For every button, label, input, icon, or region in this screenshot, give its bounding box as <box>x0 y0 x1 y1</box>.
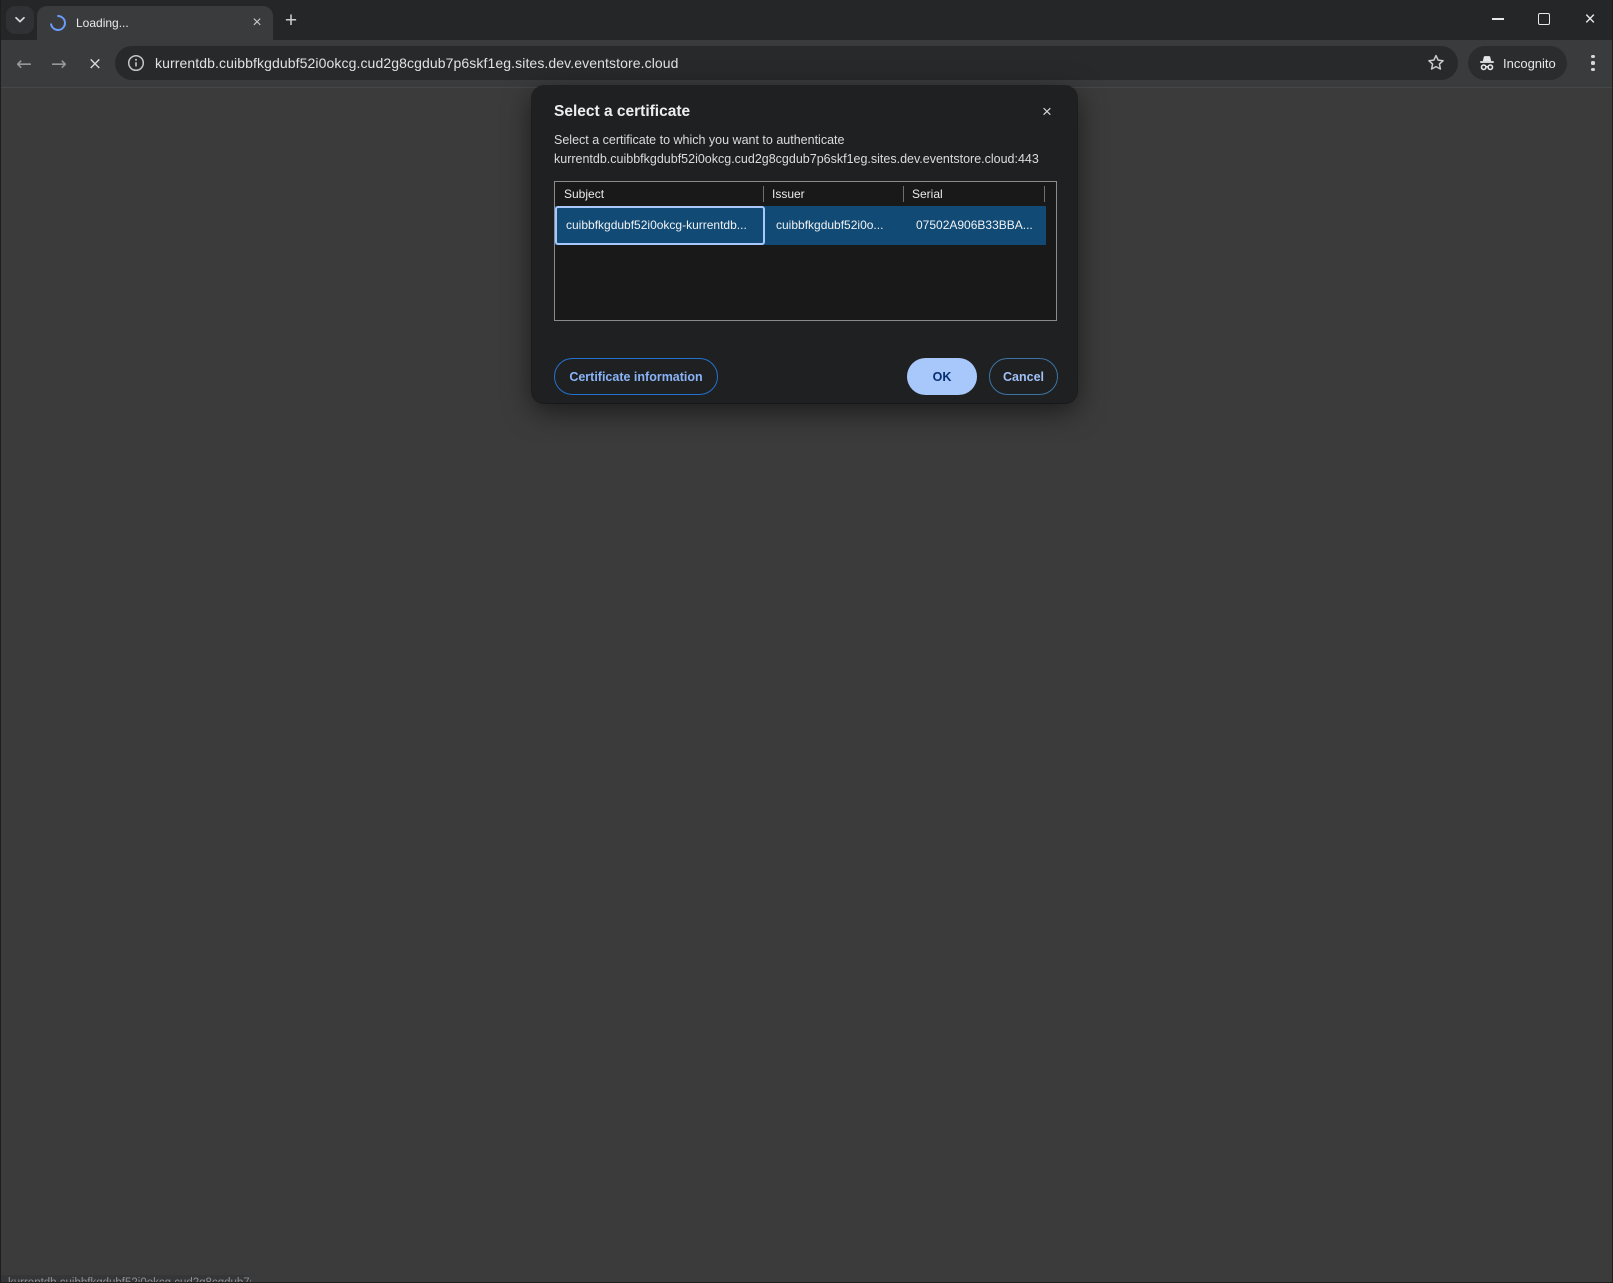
forward-button[interactable]: → <box>43 40 75 87</box>
certificate-table: Subject Issuer Serial cuibbfkgdubf52i0ok… <box>554 181 1057 321</box>
column-header-subject: Subject <box>564 182 604 206</box>
dialog-title: Select a certificate <box>554 103 690 121</box>
maximize-window-button[interactable] <box>1521 0 1567 38</box>
minimize-window-button[interactable] <box>1475 0 1521 38</box>
column-divider <box>763 186 764 202</box>
close-window-icon: × <box>1584 10 1595 29</box>
menu-dots-icon <box>1591 55 1594 58</box>
cell-issuer: cuibbfkgdubf52i0o... <box>776 206 883 245</box>
back-arrow-icon: ← <box>16 53 32 75</box>
tab-close-icon[interactable]: × <box>248 14 266 32</box>
browser-menu-button[interactable] <box>1580 46 1606 80</box>
incognito-spy-icon <box>1477 53 1497 73</box>
tab-loading[interactable]: Loading... × <box>37 6 273 40</box>
incognito-label: Incognito <box>1503 56 1556 71</box>
back-button[interactable]: ← <box>8 40 40 87</box>
browser-toolbar: ← → × kurrentdb.cuibbfkgdubf52i0okcg.cud… <box>0 40 1613 88</box>
loading-spinner-icon <box>47 12 70 35</box>
site-info-icon[interactable] <box>127 54 145 72</box>
incognito-badge: Incognito <box>1468 46 1567 80</box>
address-bar[interactable]: kurrentdb.cuibbfkgdubf52i0okcg.cud2g8cgd… <box>115 46 1458 80</box>
dialog-subtitle-line2: kurrentdb.cuibbfkgdubf52i0okcg.cud2g8cgd… <box>554 152 1039 166</box>
window-controls: × <box>1475 0 1613 38</box>
minimize-icon <box>1492 18 1504 20</box>
bookmark-star-icon[interactable] <box>1426 53 1446 73</box>
column-header-issuer: Issuer <box>772 182 805 206</box>
cell-serial: 07502A906B33BBA... <box>916 206 1033 245</box>
tab-search-button[interactable] <box>6 6 34 34</box>
forward-arrow-icon: → <box>51 53 67 75</box>
column-divider <box>903 186 904 202</box>
certificate-information-button[interactable]: Certificate information <box>554 358 718 395</box>
certificate-table-header: Subject Issuer Serial <box>555 182 1056 206</box>
close-window-button[interactable]: × <box>1567 0 1613 38</box>
ok-button[interactable]: OK <box>907 358 977 395</box>
cell-subject: cuibbfkgdubf52i0okcg-kurrentdb... <box>566 206 747 245</box>
stop-loading-button[interactable]: × <box>79 40 111 87</box>
column-header-serial: Serial <box>912 182 943 206</box>
dialog-subtitle-line1: Select a certificate to which you want t… <box>554 133 844 147</box>
select-certificate-dialog: × Select a certificate Select a certific… <box>532 86 1077 403</box>
url-text: kurrentdb.cuibbfkgdubf52i0okcg.cud2g8cgd… <box>155 55 679 71</box>
new-tab-button[interactable]: + <box>279 8 303 32</box>
certificate-row-selected[interactable]: cuibbfkgdubf52i0okcg-kurrentdb... cuibbf… <box>555 206 1046 245</box>
chevron-down-icon <box>14 16 26 24</box>
column-divider <box>1044 186 1045 202</box>
dialog-close-icon[interactable]: × <box>1038 103 1056 121</box>
status-text: kurrentdb.cuibbfkgdubf52i0okcg.cud2g8cgd… <box>1 1275 251 1283</box>
tab-title: Loading... <box>76 16 129 30</box>
maximize-icon <box>1538 13 1550 25</box>
stop-x-icon: × <box>88 54 102 74</box>
tab-strip: Loading... × + × <box>0 0 1613 40</box>
cancel-button[interactable]: Cancel <box>989 358 1058 395</box>
status-bubble: kurrentdb.cuibbfkgdubf52i0okcg.cud2g8cgd… <box>1 1275 251 1283</box>
